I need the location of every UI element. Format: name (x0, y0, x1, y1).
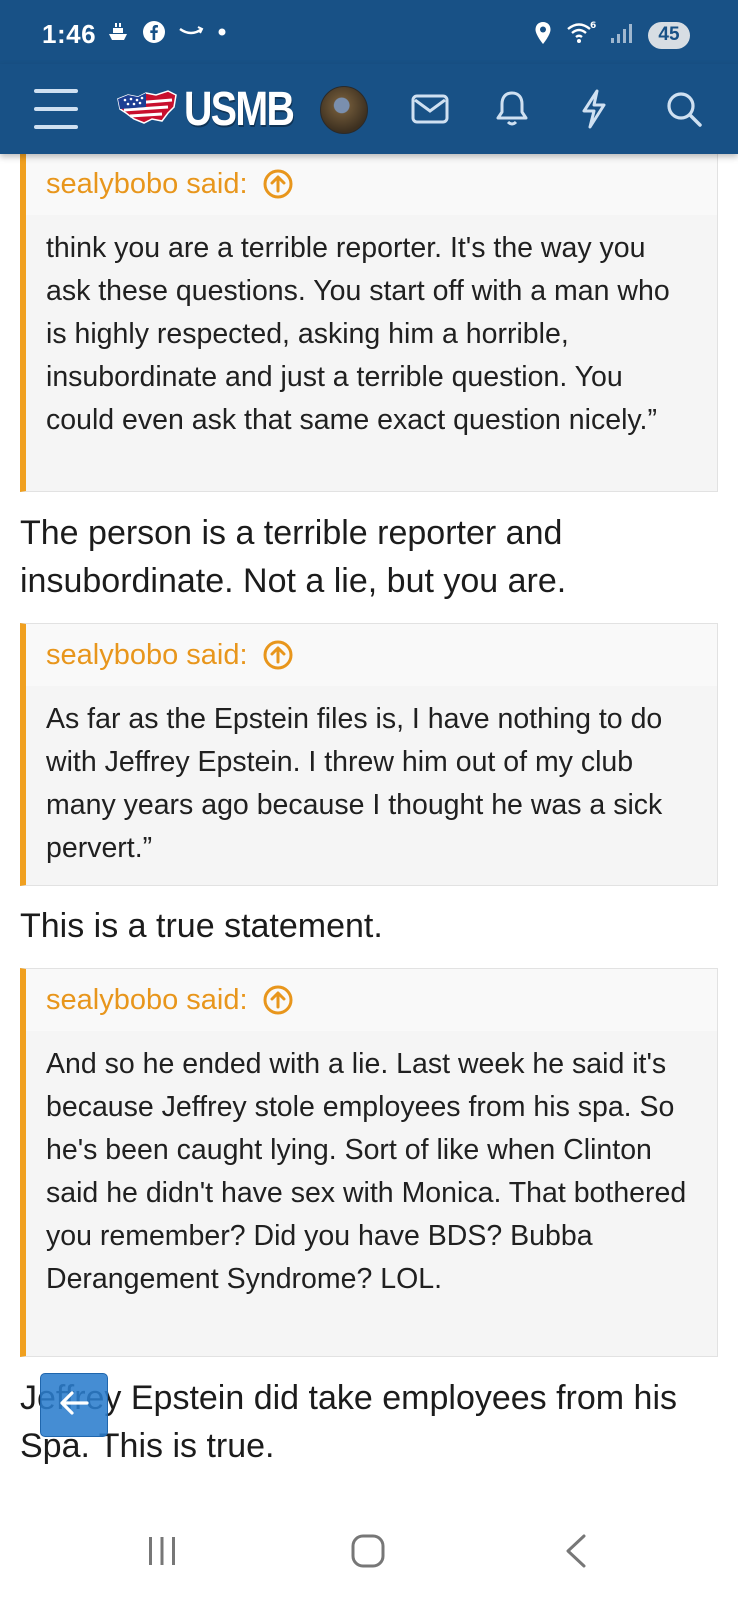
system-navigation-bar (0, 1505, 738, 1600)
dot-icon (216, 25, 228, 43)
battery-icon: 45 (648, 21, 690, 49)
lightning-icon[interactable] (572, 86, 616, 132)
signal-icon (610, 22, 634, 49)
steam-ship-icon (106, 21, 130, 48)
recent-apps-icon[interactable] (142, 1527, 182, 1575)
reply-text: This is a true statement. (20, 907, 383, 945)
quote-text: As far as the Epstein files is, I have n… (46, 703, 663, 864)
site-logo[interactable]: USMB (116, 80, 317, 138)
mail-icon[interactable] (408, 86, 452, 132)
arrow-left-icon (57, 1388, 91, 1423)
reply-text: The person is a terrible reporter and in… (20, 514, 567, 600)
site-header: USMB (0, 64, 738, 154)
logo-text: USMB (184, 82, 295, 136)
amazon-smile-icon (178, 24, 204, 45)
avatar[interactable] (320, 86, 368, 134)
facebook-icon (142, 20, 166, 49)
quote-author[interactable]: sealybobo said: (46, 168, 248, 201)
quote-author[interactable]: sealybobo said: (46, 639, 248, 672)
quote-author[interactable]: sealybobo said: (46, 984, 248, 1017)
arrow-up-circle-icon[interactable] (262, 984, 294, 1016)
arrow-up-circle-icon[interactable] (262, 168, 294, 200)
menu-icon[interactable] (34, 89, 78, 129)
home-icon[interactable] (348, 1527, 388, 1575)
back-icon[interactable] (556, 1527, 596, 1575)
quote-block: sealybobo said: As far as the Epstein fi… (20, 623, 718, 886)
wifi-6-icon: 6 (566, 20, 596, 51)
bell-icon[interactable] (490, 86, 534, 132)
quote-header[interactable]: sealybobo said: (26, 624, 717, 686)
arrow-up-circle-icon[interactable] (262, 639, 294, 671)
quote-header[interactable]: sealybobo said: (26, 153, 717, 215)
reply-text: Jeffrey Epstein did take employees from … (20, 1379, 678, 1465)
quote-header[interactable]: sealybobo said: (26, 969, 717, 1031)
quote-block: sealybobo said: think you are a terrible… (20, 152, 718, 492)
location-icon (534, 21, 552, 50)
quote-text: And so he ended with a lie. Last week he… (46, 1048, 687, 1295)
status-time: 1:46 (42, 19, 97, 49)
svg-text:6: 6 (590, 21, 596, 31)
quote-block: sealybobo said: And so he ended with a l… (20, 968, 718, 1357)
flag-logo-icon (116, 85, 180, 134)
status-notification-icons (106, 20, 228, 48)
search-icon[interactable] (662, 86, 706, 132)
status-bar: 1:46 6 45 (0, 0, 738, 64)
quote-text: think you are a terrible reporter. It's … (46, 232, 670, 436)
back-arrow-button[interactable] (40, 1373, 108, 1437)
status-system-icons: 6 45 (534, 20, 690, 50)
